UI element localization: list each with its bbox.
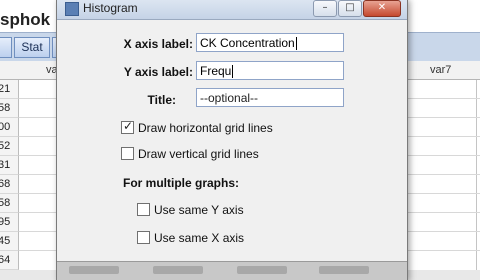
draw-horizontal-grid-checkbox[interactable]: ✓ Draw horizontal grid lines	[121, 119, 273, 135]
minimize-icon[interactable]: –	[313, 0, 337, 17]
partial-button[interactable]	[69, 266, 119, 274]
row-number[interactable]: 31	[0, 156, 19, 175]
background-title-text: sphok	[0, 10, 51, 29]
row-number[interactable]: 52	[0, 137, 19, 156]
dialog-button-strip	[57, 261, 407, 280]
use-same-y-label: Use same Y axis	[154, 203, 244, 217]
row-number[interactable]: 95	[0, 213, 19, 232]
x-axis-input[interactable]: CK Concentration	[196, 33, 344, 52]
title-input[interactable]: --optional--	[196, 88, 344, 107]
partial-button[interactable]	[237, 266, 287, 274]
draw-vertical-grid-checkbox[interactable]: Draw vertical grid lines	[121, 147, 259, 161]
histogram-dialog: Histogram – □ ✕ X axis label: CK Concent…	[56, 0, 408, 280]
row-number[interactable]: 58	[0, 99, 19, 118]
checkbox-unchecked-icon[interactable]	[137, 231, 150, 245]
column-header-var7[interactable]: var7	[430, 64, 451, 76]
text-caret	[295, 37, 297, 51]
y-axis-label: Y axis label:	[123, 65, 193, 79]
title-label: Title:	[147, 93, 176, 107]
multiple-graphs-heading: For multiple graphs:	[123, 176, 240, 190]
title-input-placeholder: --optional--	[200, 91, 259, 105]
row-number[interactable]: 45	[0, 232, 19, 251]
checkbox-unchecked-icon[interactable]	[137, 203, 150, 217]
app-icon	[65, 2, 79, 16]
use-same-y-axis-checkbox[interactable]: Use same Y axis	[137, 203, 244, 217]
row-number[interactable]: 00	[0, 118, 19, 137]
dialog-title: Histogram	[83, 1, 138, 15]
x-axis-label: X axis label:	[123, 37, 193, 51]
toolbar-button-partial[interactable]	[0, 37, 12, 58]
x-axis-input-value: CK Concentration	[200, 36, 295, 50]
use-same-x-axis-checkbox[interactable]: Use same X axis	[137, 231, 244, 245]
row-number[interactable]: 64	[0, 251, 19, 270]
use-same-x-label: Use same X axis	[154, 231, 245, 245]
row-number[interactable]: 21	[0, 80, 19, 99]
y-axis-input[interactable]: Frequ	[196, 61, 344, 80]
partial-button[interactable]	[319, 266, 369, 274]
maximize-icon[interactable]: □	[338, 0, 362, 17]
dialog-title-bar[interactable]: Histogram – □ ✕	[57, 0, 407, 20]
checkbox-checked-icon[interactable]: ✓	[121, 119, 134, 135]
text-caret	[232, 65, 234, 79]
stat-button[interactable]: Stat	[14, 37, 50, 58]
checkbox-unchecked-icon[interactable]	[121, 147, 134, 161]
draw-vertical-label: Draw vertical grid lines	[138, 147, 259, 161]
row-number[interactable]: 68	[0, 175, 19, 194]
dialog-body: X axis label: CK Concentration Y axis la…	[57, 20, 407, 279]
row-number[interactable]: 58	[0, 194, 19, 213]
y-axis-input-value: Frequ	[200, 64, 232, 78]
partial-button[interactable]	[153, 266, 203, 274]
draw-horizontal-label: Draw horizontal grid lines	[138, 121, 273, 135]
close-icon[interactable]: ✕	[363, 0, 401, 17]
